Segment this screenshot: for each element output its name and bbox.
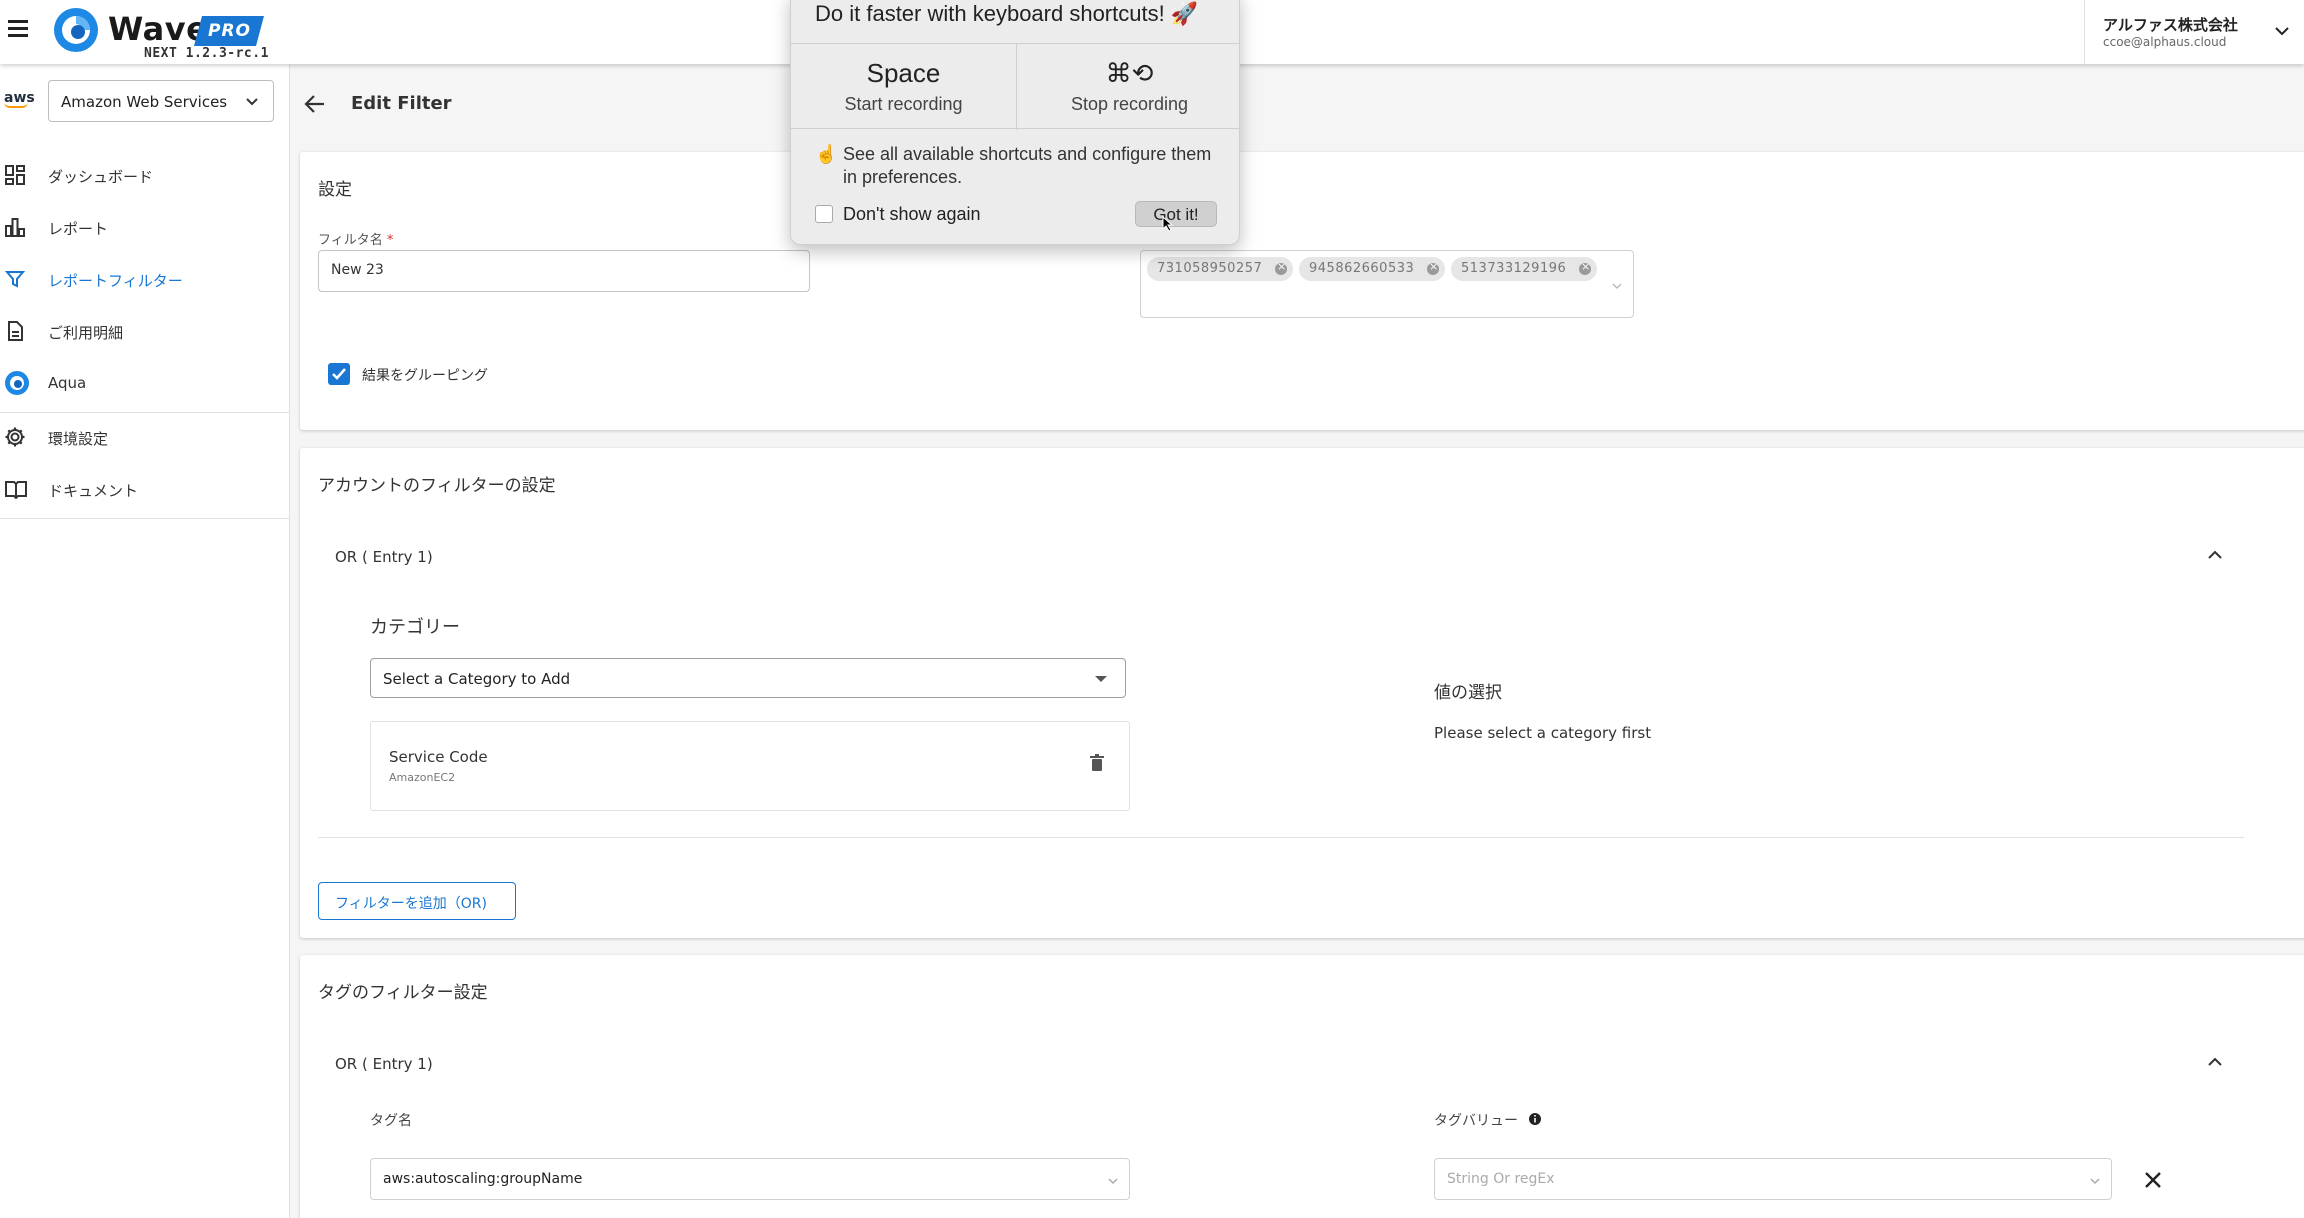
sidebar-divider — [0, 518, 290, 519]
stop-recording-label: Stop recording — [1070, 94, 1189, 114]
checkmark-icon — [332, 368, 346, 380]
account-filter-card: アカウントのフィルターの設定 OR ( Entry 1) カテゴリー Selec… — [300, 448, 2304, 938]
sidebar: aws Amazon Web Services ダッシュボード レポート レポー… — [0, 64, 290, 1218]
mouse-cursor-icon — [1162, 216, 1174, 232]
entry-label: OR ( Entry 1) — [335, 548, 433, 566]
filter-name-label: フィルタ名 * — [318, 233, 394, 248]
sidebar-item-label: レポートフィルター — [48, 272, 183, 290]
popup-title: Do it faster with keyboard shortcuts! 🚀 — [815, 1, 1199, 26]
company-name: アルファス株式会社 — [2103, 16, 2238, 34]
tag-value-placeholder: String Or regEx — [1447, 1171, 1555, 1187]
stop-recording-shortcut: ⌘⟲ Stop recording — [1016, 44, 1239, 130]
chevron-down-icon[interactable] — [2273, 22, 2291, 40]
sidebar-divider — [0, 412, 290, 413]
category-select-placeholder: Select a Category to Add — [383, 670, 571, 688]
book-icon — [5, 481, 27, 500]
dont-show-again-checkbox[interactable] — [815, 205, 833, 223]
service-code-card[interactable]: Service Code AmazonEC2 — [370, 721, 1130, 811]
sidebar-item-label: ご利用明細 — [48, 324, 124, 342]
service-code-title: Service Code — [389, 748, 488, 766]
sidebar-item-label: Aqua — [48, 374, 87, 392]
popup-tip-text: See all available shortcuts and configur… — [843, 144, 1212, 187]
tag-filter-title: タグのフィルター設定 — [318, 983, 488, 1003]
tag-value-input[interactable]: String Or regEx — [1434, 1158, 2112, 1200]
value-hint: Please select a category first — [1434, 724, 1652, 742]
sidebar-item-label: ドキュメント — [48, 482, 139, 500]
dont-show-again-label: Don't show again — [843, 204, 981, 224]
category-select[interactable]: Select a Category to Add — [370, 658, 1126, 698]
account-chip[interactable]: 945862660533 — [1299, 257, 1445, 281]
page-title: Edit Filter — [351, 93, 452, 114]
back-arrow-icon[interactable] — [304, 94, 326, 114]
got-it-button[interactable]: Got it! — [1135, 201, 1217, 227]
tag-name-value: aws:autoscaling:groupName — [383, 1171, 583, 1187]
pointing-hand-icon: ☝ — [815, 144, 838, 164]
value-heading: 値の選択 — [1434, 683, 1502, 703]
category-heading: カテゴリー — [370, 617, 460, 638]
account-chip[interactable]: 513733129196 — [1451, 257, 1597, 281]
close-icon[interactable] — [2144, 1171, 2162, 1189]
account-chip[interactable]: 731058950257 — [1147, 257, 1293, 281]
add-filter-or-button[interactable]: フィルターを追加（OR) — [318, 882, 516, 920]
bar-chart-icon — [5, 218, 25, 237]
trash-icon[interactable] — [1089, 754, 1105, 772]
info-icon[interactable] — [1528, 1112, 1542, 1126]
tag-name-label: タグ名 — [370, 1113, 412, 1129]
sidebar-item-label: レポート — [48, 220, 109, 238]
provider-select[interactable]: Amazon Web Services — [48, 80, 274, 122]
popup-shortcuts: Space Start recording ⌘⟲ Stop recording — [791, 43, 1239, 130]
start-recording-label: Start recording — [844, 94, 963, 114]
provider-select-value: Amazon Web Services — [61, 93, 228, 111]
group-results-checkbox[interactable] — [328, 363, 350, 385]
aqua-logo-icon — [5, 371, 29, 395]
chevron-down-icon — [246, 98, 258, 106]
tag-name-select[interactable]: aws:autoscaling:groupName — [370, 1158, 1130, 1200]
sidebar-item-label: ダッシュボード — [48, 168, 154, 186]
start-recording-shortcut: Space Start recording — [791, 44, 1016, 130]
version-label: NEXT 1.2.3-rc.1 — [144, 46, 269, 61]
group-results-label: 結果をグルーピング — [362, 368, 488, 384]
settings-title: 設定 — [318, 180, 352, 200]
chevron-up-icon[interactable] — [2206, 548, 2224, 560]
shortcut-popup: Do it faster with keyboard shortcuts! 🚀 … — [790, 0, 1240, 245]
sidebar-item-label: 環境設定 — [48, 430, 109, 448]
account-multiselect[interactable]: 731058950257 945862660533 513733129196 — [1140, 250, 1634, 318]
account-filter-title: アカウントのフィルターの設定 — [318, 476, 556, 496]
service-code-value: AmazonEC2 — [389, 771, 456, 784]
entry-label: OR ( Entry 1) — [335, 1055, 433, 1073]
filter-name-input[interactable]: New 23 — [318, 250, 810, 292]
chevron-down-icon — [1108, 1178, 1118, 1185]
remove-chip-icon[interactable] — [1427, 260, 1439, 275]
sidebar-item-settings[interactable]: 環境設定 — [0, 414, 290, 460]
sidebar-item-dashboard[interactable]: ダッシュボード — [0, 152, 290, 198]
remove-chip-icon[interactable] — [1579, 260, 1591, 275]
space-key: Space — [866, 58, 941, 88]
document-icon — [8, 321, 23, 341]
tag-value-label: タグバリュー — [1434, 1113, 1518, 1129]
wave-logo-icon — [54, 8, 98, 52]
command-key: ⌘⟲ — [1105, 58, 1154, 88]
chevron-down-icon — [2090, 1178, 2100, 1185]
caret-down-icon — [1095, 676, 1107, 682]
sidebar-item-aqua[interactable]: Aqua — [0, 360, 290, 406]
aws-logo-icon: aws — [4, 90, 35, 108]
chevron-up-icon[interactable] — [2206, 1055, 2224, 1067]
dashboard-icon — [5, 165, 25, 185]
filter-name-value: New 23 — [331, 262, 384, 278]
pro-badge-label: PRO — [208, 21, 252, 41]
menu-icon[interactable] — [8, 20, 28, 42]
user-menu[interactable]: アルファス株式会社 ccoe@alphaus.cloud — [2084, 0, 2304, 64]
chevron-down-icon[interactable] — [1611, 281, 1623, 291]
user-email: ccoe@alphaus.cloud — [2103, 35, 2227, 49]
tag-filter-card: タグのフィルター設定 OR ( Entry 1) タグ名 aws:autosca… — [300, 955, 2304, 1218]
sidebar-item-report[interactable]: レポート — [0, 204, 290, 250]
divider — [318, 837, 2244, 838]
sidebar-item-report-filter[interactable]: レポートフィルター — [0, 256, 290, 302]
sidebar-item-billing[interactable]: ご利用明細 — [0, 308, 290, 354]
filter-icon — [4, 271, 26, 288]
gear-icon — [5, 427, 25, 447]
remove-chip-icon[interactable] — [1275, 260, 1287, 275]
sidebar-item-docs[interactable]: ドキュメント — [0, 466, 290, 512]
